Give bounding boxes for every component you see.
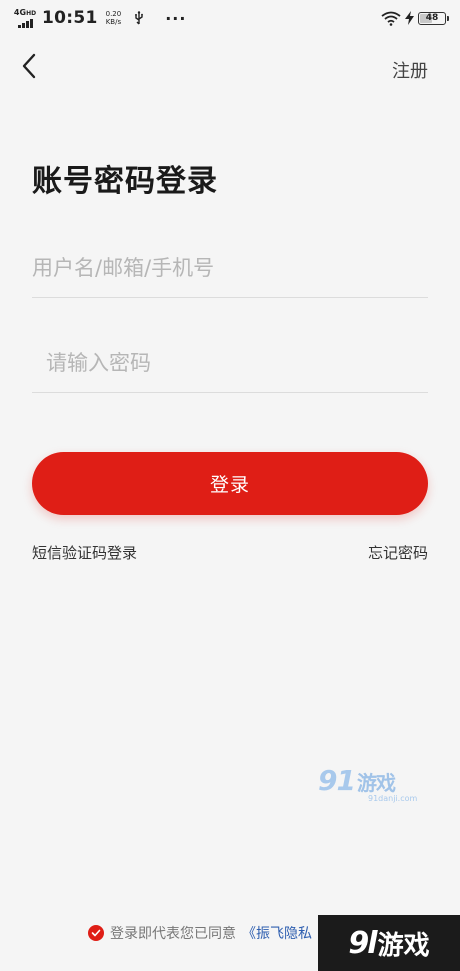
watermark-brand-number: 91 [318,764,356,797]
watermark-brand-text: 游戏 [356,771,396,795]
forgot-password-link[interactable]: 忘记密码 [368,542,428,563]
back-button[interactable] [14,50,44,82]
register-link[interactable]: 注册 [392,57,428,83]
username-input[interactable] [32,238,428,297]
battery-icon: 48 [418,11,449,25]
watermark-badge-number: 9l [348,925,377,961]
watermark-badge: 9l 游戏 [318,915,460,971]
more-notifications-icon: ··· [165,8,187,28]
charging-icon [405,11,414,25]
watermark-url: 91danji.com [368,794,418,803]
usb-icon [135,11,144,25]
watermark-logo: 91 游戏 91danji.com [318,764,418,806]
watermark-badge-text: 游戏 [377,930,430,961]
battery-level: 48 [425,13,439,23]
signal-icon [17,18,33,28]
wifi-icon [381,11,401,26]
status-left: 4GHD 10:51 0.20 KB/s ··· [14,8,186,28]
checkmark-icon [91,929,101,937]
network-indicator: 4GHD [13,7,37,28]
agreement-checkbox[interactable] [88,925,104,941]
agreement-text: 登录即代表您已同意 [110,926,236,942]
username-field [32,238,428,298]
page-title: 账号密码登录 [32,164,218,199]
password-field [32,333,428,393]
network-type: 4G [13,7,27,17]
sms-login-link[interactable]: 短信验证码登录 [32,542,137,563]
status-bar: 4GHD 10:51 0.20 KB/s ··· 48 [0,0,460,36]
status-time: 10:51 [42,8,98,28]
password-input[interactable] [32,333,428,392]
speed-unit: KB/s [105,18,122,26]
speed-value: 0.20 [105,10,122,18]
privacy-policy-link[interactable]: 《振飞隐私 [242,923,312,943]
agreement-row: 登录即代表您已同意 《振飞隐私 [88,923,312,943]
chevron-left-icon [22,53,36,79]
network-speed: 0.20 KB/s [106,10,122,26]
watermark-brand: 91 游戏 [318,764,418,797]
network-subtype: HD [26,9,37,17]
login-button[interactable]: 登录 [32,452,428,515]
status-right: 48 [381,11,449,26]
login-screen: 4GHD 10:51 0.20 KB/s ··· 48 注册 账号密码登录 用户… [0,0,460,971]
